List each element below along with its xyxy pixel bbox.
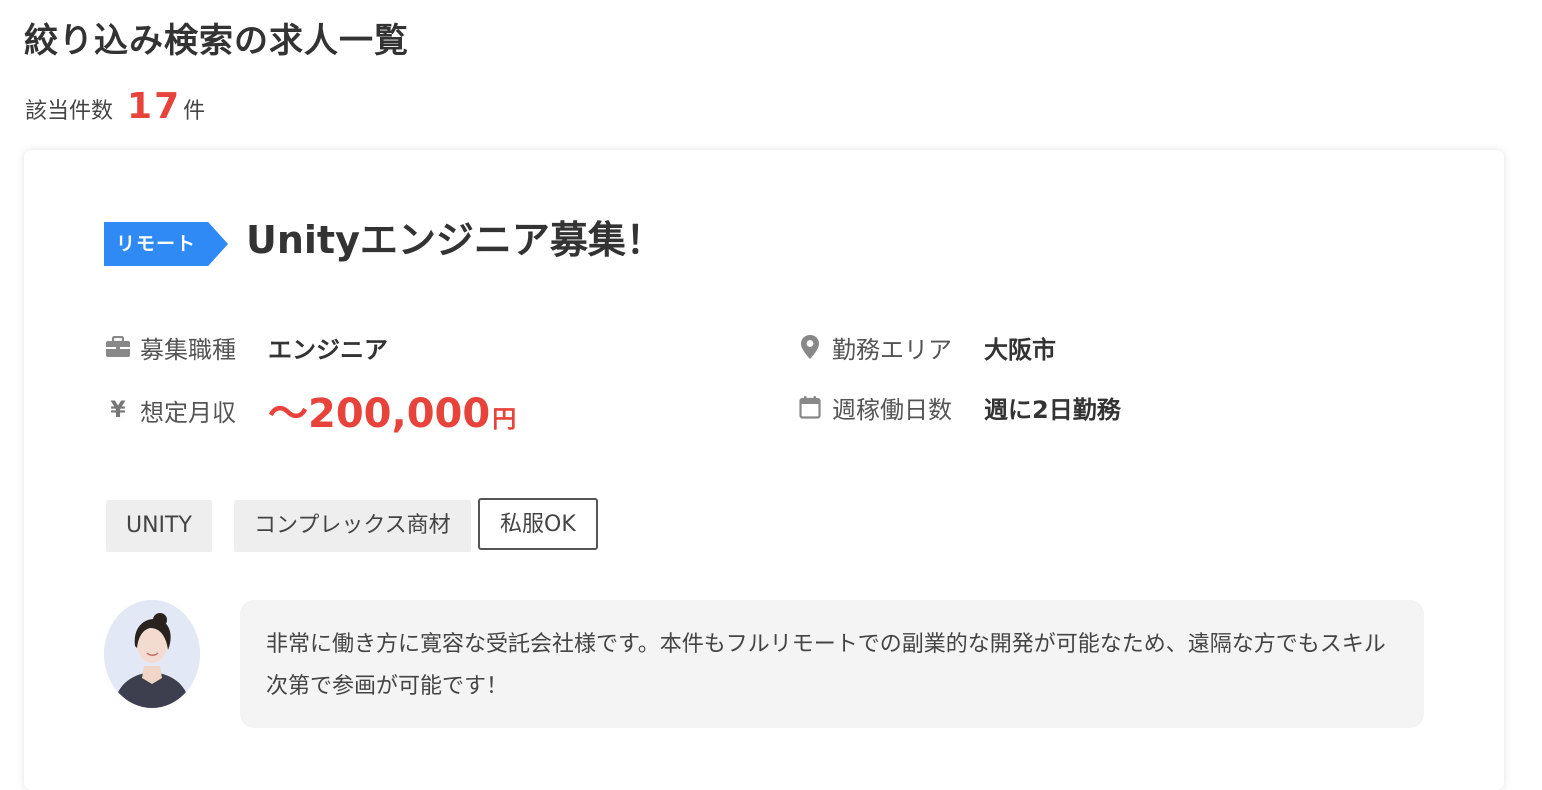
map-pin-icon — [796, 333, 824, 361]
yen-icon: ¥ — [110, 397, 126, 423]
result-count-number: 17 — [127, 86, 182, 127]
workdays-value: 週に2日勤務 — [984, 395, 1121, 424]
job-title[interactable]: Unityエンジニア募集！ — [246, 212, 664, 268]
salary-label: 想定月収 — [140, 398, 236, 427]
workdays-row: 週稼働日数 週に2日勤務 — [796, 390, 1121, 424]
tag-casual-dress-ok[interactable]: 私服OK — [478, 498, 598, 550]
workdays-label: 週稼働日数 — [832, 395, 952, 424]
area-value: 大阪市 — [984, 335, 1056, 364]
calendar-icon — [796, 393, 824, 421]
job-card[interactable]: リモート Unityエンジニア募集！ 募集職種 エンジニア ¥ 想定月収 〜20… — [24, 150, 1504, 790]
salary-value: 〜200,000 円 — [268, 381, 516, 439]
occupation-value: エンジニア — [268, 335, 388, 364]
recruiter-comment-text: 非常に働き方に寛容な受託会社様です。本件もフルリモートでの副業的な開発が可能なた… — [266, 632, 1386, 699]
occupation-label: 募集職種 — [140, 335, 236, 364]
result-count-label: 該当件数 — [25, 99, 114, 124]
occupation-row: 募集職種 エンジニア — [104, 330, 388, 364]
briefcase-icon — [104, 333, 132, 361]
area-label: 勤務エリア — [832, 335, 952, 364]
recruiter-comment: 非常に働き方に寛容な受託会社様です。本件もフルリモートでの副業的な開発が可能なた… — [240, 600, 1424, 728]
salary-unit: 円 — [492, 405, 517, 433]
area-row: 勤務エリア 大阪市 — [796, 330, 1056, 364]
page-title: 絞り込み検索の求人一覧 — [24, 21, 409, 61]
salary-row: ¥ 想定月収 〜200,000 円 — [104, 381, 516, 439]
remote-badge: リモート — [104, 222, 228, 266]
result-count-unit: 件 — [183, 99, 206, 124]
tag-complex-products[interactable]: コンプレックス商材 — [234, 500, 471, 552]
avatar — [104, 600, 200, 708]
result-count: 該当件数 17 件 — [25, 86, 205, 127]
tag-unity[interactable]: UNITY — [106, 500, 212, 552]
salary-amount: 〜200,000 — [268, 391, 491, 437]
